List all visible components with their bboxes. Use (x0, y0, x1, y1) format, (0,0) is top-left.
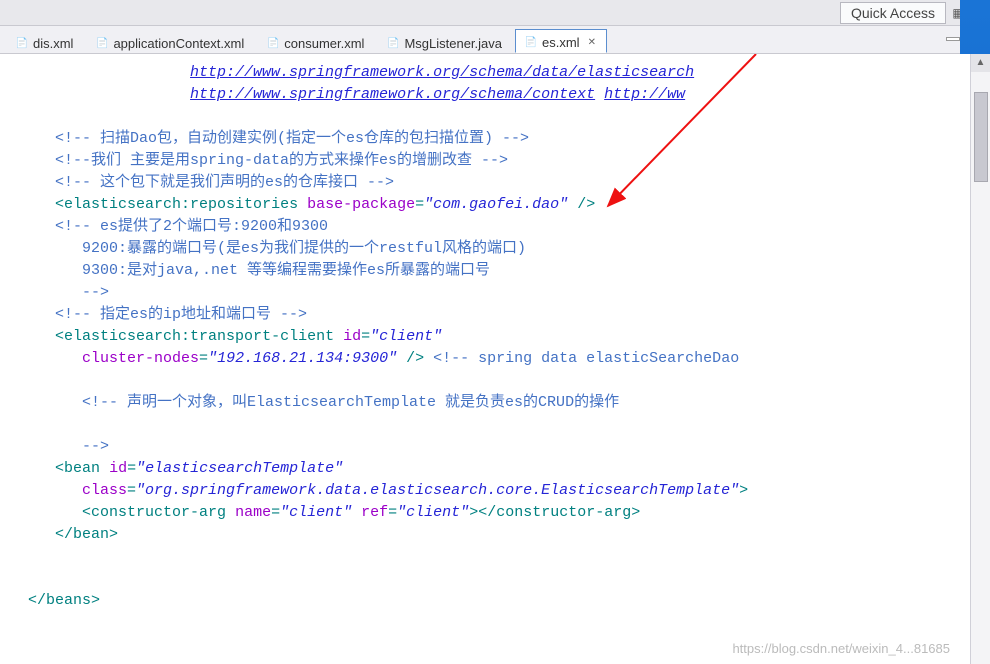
scroll-thumb[interactable] (974, 92, 988, 182)
tab-label: applicationContext.xml (113, 36, 244, 51)
tab-consumer-xml[interactable]: 📄 consumer.xml (257, 29, 375, 53)
scroll-up-arrow[interactable]: ▲ (971, 54, 990, 72)
editor-minimize-button[interactable] (946, 37, 960, 41)
tab-dis-xml[interactable]: 📄 dis.xml (6, 29, 84, 53)
tab-applicationcontext-xml[interactable]: 📄 applicationContext.xml (86, 29, 255, 53)
top-toolbar: Quick Access ▦ ◧ (0, 0, 990, 26)
tab-msglistener-java[interactable]: 📄 MsgListener.java (377, 29, 513, 53)
vertical-scrollbar[interactable]: ▲ (970, 54, 990, 664)
tab-label: dis.xml (33, 36, 73, 51)
tab-label: consumer.xml (284, 36, 364, 51)
editor-tabbar: 📄 dis.xml 📄 applicationContext.xml 📄 con… (0, 26, 990, 54)
xml-file-icon: 📄 (524, 36, 538, 50)
xml-file-icon: 📄 (15, 36, 29, 50)
tab-es-xml[interactable]: 📄 es.xml ✕ (515, 29, 607, 53)
tab-label: es.xml (542, 35, 580, 50)
quick-access-field[interactable]: Quick Access (840, 2, 946, 24)
close-icon[interactable]: ✕ (588, 37, 596, 48)
xml-file-icon: 📄 (95, 36, 109, 50)
java-file-icon: 📄 (386, 36, 400, 50)
code-content: http://www.springframework.org/schema/da… (28, 62, 990, 612)
xml-file-icon: 📄 (266, 36, 280, 50)
code-editor[interactable]: http://www.springframework.org/schema/da… (0, 54, 990, 664)
watermark-text: https://blog.csdn.net/weixin_4...81685 (732, 641, 950, 656)
tab-label: MsgListener.java (404, 36, 502, 51)
